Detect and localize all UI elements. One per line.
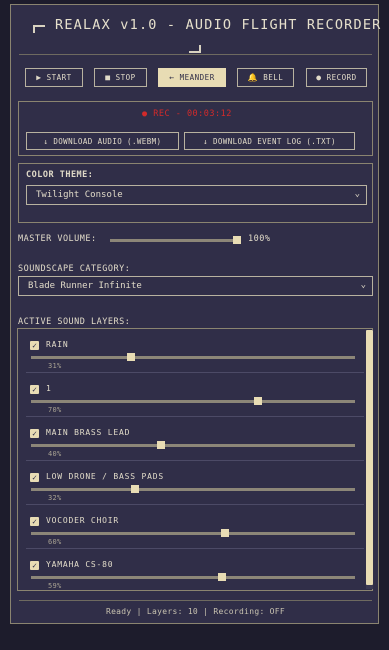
layer-volume-thumb[interactable] [130,485,139,493]
play-icon: ▶ [36,73,42,82]
soundscape-category-label: SOUNDSCAPE CATEGORY: [18,264,131,274]
layer-volume-slider[interactable] [31,397,355,405]
active-layers-label: ACTIVE SOUND LAYERS: [18,317,131,327]
arrow-left-icon: ← [169,73,175,82]
layer-name: LOW DRONE / BASS PADS [46,472,164,481]
sound-layer-row: ✓ 1 70% [18,373,364,417]
layer-name: VOCODER CHOIR [46,516,120,525]
layer-volume-thumb[interactable] [253,397,262,405]
bell-button[interactable]: 🔔 BELL [237,68,294,87]
sound-layers-list[interactable]: ✓ RAIN 31% ✓ 1 70% ✓ MAIN BRASS LEAD 40% ✓ LOW DRO… [17,328,373,591]
sound-layer-row: ✓ MAIN BRASS LEAD 40% [18,417,364,461]
footer-divider [19,600,372,601]
start-button-label: START [46,73,72,82]
title-bar: REALAX v1.0 - AUDIO FLIGHT RECORDER [11,5,382,55]
app-title: REALAX v1.0 - AUDIO FLIGHT RECORDER [55,17,382,33]
record-button-label: RECORD [326,73,357,82]
corner-bracket-bottom-right [189,45,201,53]
layer-volume-thumb[interactable] [218,573,227,581]
soundscape-category-select[interactable]: Blade Runner Infinite ⌄ [18,276,373,296]
layer-volume-value: 31% [48,362,62,370]
layers-scrollbar-thumb[interactable] [366,330,373,585]
layer-volume-slider[interactable] [31,529,355,537]
layer-volume-thumb[interactable] [221,529,230,537]
master-volume-slider[interactable] [110,236,241,244]
layer-name: RAIN [46,340,69,349]
sound-layer-row: ✓ RAIN 31% [18,329,364,373]
sound-layer-row: ✓ VOCODER CHOIR 60% [18,505,364,549]
master-volume-label: MASTER VOLUME: [18,234,97,244]
layer-volume-slider[interactable] [31,441,355,449]
bell-icon: 🔔 [247,73,259,82]
layer-volume-slider[interactable] [31,353,355,361]
chevron-down-icon: ⌄ [354,189,360,199]
download-log-button[interactable]: ↓ DOWNLOAD EVENT LOG (.TXT) [184,132,355,150]
layer-name: YAMAHA CS-80 [46,560,114,569]
soundscape-category-value: Blade Runner Infinite [28,281,142,291]
stop-button-label: STOP [115,73,136,82]
corner-bracket-top-left [33,25,45,33]
layer-name: 1 [46,384,52,393]
layer-volume-value: 59% [48,582,62,590]
meander-button[interactable]: ← MEANDER [158,68,226,87]
layer-volume-value: 40% [48,450,62,458]
theme-select[interactable]: Twilight Console ⌄ [26,185,367,205]
layer-volume-slider[interactable] [31,573,355,581]
layer-volume-value: 32% [48,494,62,502]
layer-checkbox[interactable]: ✓ [30,517,39,526]
layer-volume-slider[interactable] [31,485,355,493]
title-divider [19,54,372,55]
stop-icon: ■ [105,73,111,82]
layer-checkbox[interactable]: ✓ [30,429,39,438]
layer-volume-value: 70% [48,406,62,414]
stop-button[interactable]: ■ STOP [94,68,147,87]
meander-button-label: MEANDER [179,73,215,82]
layer-checkbox[interactable]: ✓ [30,561,39,570]
layer-volume-value: 60% [48,538,62,546]
layer-checkbox[interactable]: ✓ [30,385,39,394]
chevron-down-icon: ⌄ [360,280,366,290]
status-bar: Ready | Layers: 10 | Recording: OFF [105,607,286,616]
layer-checkbox[interactable]: ✓ [30,473,39,482]
master-volume-thumb[interactable] [233,236,241,244]
layer-checkbox[interactable]: ✓ [30,341,39,350]
sound-layer-row: ✓ YAMAHA CS-80 59% [18,549,364,590]
record-button[interactable]: ● RECORD [306,68,367,87]
layer-name: MAIN BRASS LEAD [46,428,131,437]
layers-scrollbar[interactable] [366,330,373,589]
theme-select-value: Twilight Console [36,190,123,200]
dot-icon: ● [316,73,322,82]
theme-label: COLOR THEME: [26,170,94,180]
recording-status: ● REC - 00:03:12 [142,109,232,119]
layer-volume-thumb[interactable] [127,353,136,361]
master-volume-value: 100% [248,234,271,244]
start-button[interactable]: ▶ START [25,68,83,87]
download-audio-button[interactable]: ↓ DOWNLOAD AUDIO (.WEBM) [26,132,179,150]
sound-layer-row: ✓ LOW DRONE / BASS PADS 32% [18,461,364,505]
bell-button-label: BELL [263,73,284,82]
layer-volume-thumb[interactable] [156,441,165,449]
